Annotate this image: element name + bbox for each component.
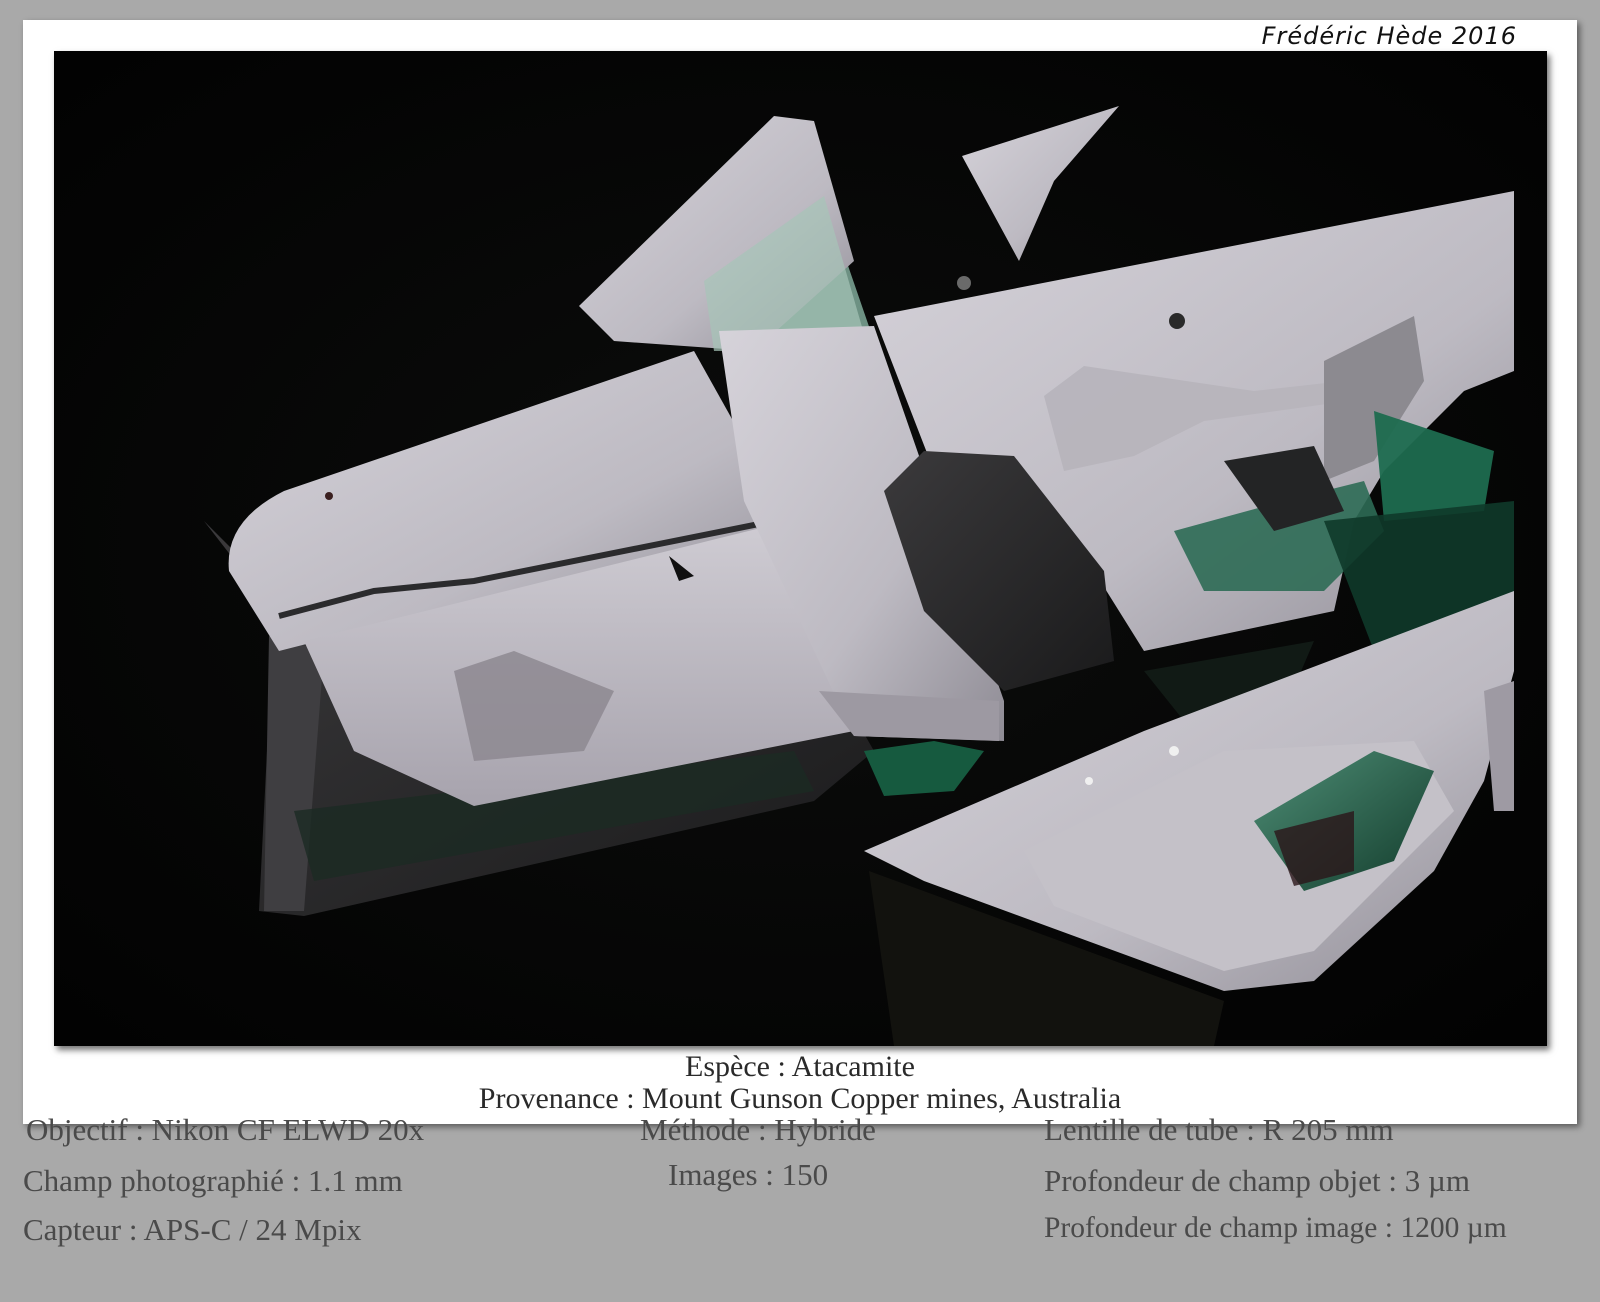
caption: Espèce : Atacamite Provenance : Mount Gu…: [23, 1051, 1577, 1115]
photographer-credit: Frédéric Hède 2016: [1261, 22, 1517, 50]
dof-object-spec: Profondeur de champ objet : 3 µm: [1044, 1163, 1470, 1198]
sensor-spec: Capteur : APS-C / 24 Mpix: [23, 1212, 362, 1247]
objective-spec: Objectif : Nikon CF ELWD 20x: [26, 1112, 425, 1147]
tube-lens-spec: Lentille de tube : R 205 mm: [1044, 1112, 1394, 1147]
field-spec: Champ photographié : 1.1 mm: [23, 1163, 403, 1198]
provenance-label: Provenance : Mount Gunson Copper mines, …: [478, 1082, 1122, 1115]
dof-image-spec: Profondeur de champ image : 1200 µm: [1044, 1212, 1507, 1244]
images-spec: Images : 150: [668, 1157, 829, 1192]
species-label: Espèce : Atacamite: [685, 1050, 915, 1083]
photo-frame: Frédéric Hède 2016 Espèce: Atacamite Pr…: [23, 20, 1577, 1124]
mineral-photo: [54, 51, 1547, 1046]
method-spec: Méthode : Hybride: [640, 1112, 876, 1147]
crystal-illustration: [54, 51, 1547, 1046]
